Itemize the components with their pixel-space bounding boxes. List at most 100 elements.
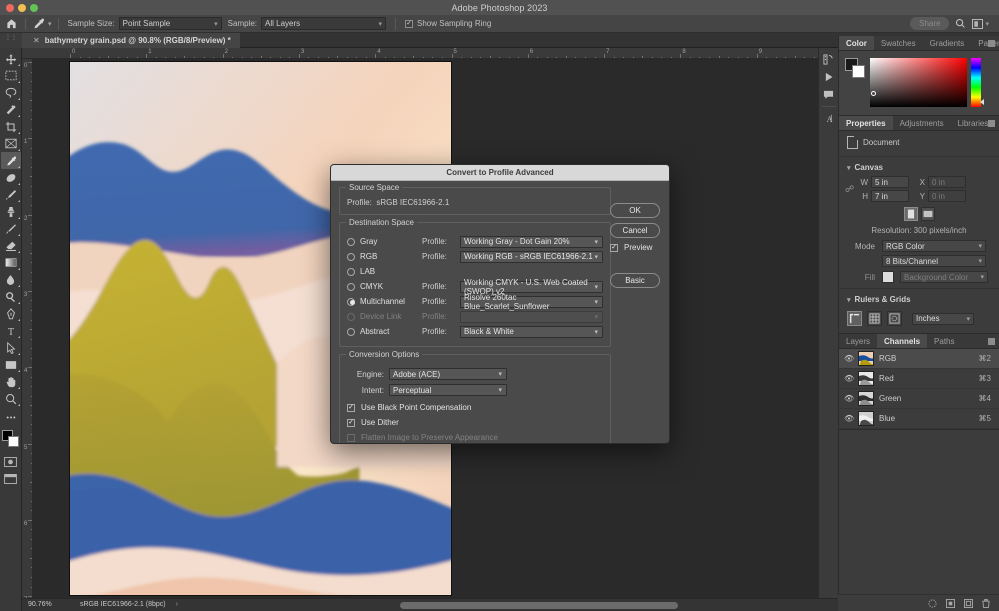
preview-checkbox[interactable]: ✓ Preview bbox=[610, 243, 660, 252]
ok-button[interactable]: OK bbox=[610, 203, 660, 218]
radio-multichannel[interactable] bbox=[347, 297, 355, 306]
color-picker-body[interactable] bbox=[839, 51, 999, 115]
destination-row-multichannel[interactable]: Multichannel Profile: Risolve 260tac Blu… bbox=[347, 293, 603, 311]
dodge-tool[interactable] bbox=[1, 288, 21, 305]
show-sampling-ring-checkbox[interactable]: ✓ Show Sampling Ring bbox=[405, 15, 491, 33]
height-input[interactable]: 7 in bbox=[871, 190, 909, 202]
status-menu-arrow[interactable]: › bbox=[176, 601, 178, 608]
comments-icon[interactable] bbox=[820, 86, 838, 104]
basic-button[interactable]: Basic bbox=[610, 273, 660, 288]
load-selection-icon[interactable] bbox=[927, 598, 937, 608]
tab-properties[interactable]: Properties bbox=[839, 116, 893, 130]
chevron-down-icon[interactable]: ▾ bbox=[847, 296, 851, 304]
search-button[interactable] bbox=[949, 15, 972, 33]
home-button[interactable] bbox=[0, 15, 17, 33]
scrollbar-thumb[interactable] bbox=[400, 602, 678, 609]
path-selection-tool[interactable] bbox=[1, 339, 21, 356]
color-field[interactable] bbox=[870, 58, 967, 107]
crop-tool[interactable] bbox=[1, 118, 21, 135]
radio-gray[interactable] bbox=[347, 237, 355, 246]
bit-depth-select[interactable]: 8 Bits/Channel ▾ bbox=[882, 255, 986, 267]
destination-row-rgb[interactable]: RGB Profile: Working RGB - sRGB IEC61966… bbox=[347, 249, 603, 264]
profile-select-gray[interactable]: Working Gray - Dot Gain 20% ▾ bbox=[460, 235, 603, 248]
vertical-ruler[interactable]: 01234567 bbox=[22, 59, 33, 598]
engine-row[interactable]: Engine: Adobe (ACE) ▾ bbox=[347, 366, 603, 382]
close-tab-button[interactable]: ✕ bbox=[33, 36, 40, 45]
profile-select-cmyk[interactable]: Working CMYK - U.S. Web Coated (SWOP) v2… bbox=[460, 278, 603, 296]
destination-row-abstract[interactable]: Abstract Profile: Black & White ▾ bbox=[347, 324, 603, 339]
hue-marker[interactable] bbox=[980, 99, 984, 105]
grid-icon[interactable] bbox=[867, 311, 882, 326]
tab-gradients[interactable]: Gradients bbox=[923, 36, 972, 50]
chevron-down-icon[interactable]: ▾ bbox=[48, 20, 52, 28]
visibility-eye-icon[interactable]: 👁 bbox=[844, 414, 854, 423]
guides-icon[interactable] bbox=[887, 311, 902, 326]
visibility-eye-icon[interactable]: 👁 bbox=[844, 374, 854, 383]
eyedropper-tool[interactable] bbox=[0, 152, 21, 169]
color-swatch-pair[interactable] bbox=[845, 58, 865, 78]
canvas-section-header[interactable]: ▾ Canvas bbox=[839, 160, 999, 175]
intent-select[interactable]: Perceptual ▾ bbox=[389, 384, 507, 396]
visibility-eye-icon[interactable]: 👁 bbox=[844, 394, 854, 403]
document-tab[interactable]: close-icon ✕ bathymetry grain.psd @ 90.8… bbox=[22, 33, 240, 48]
intent-row[interactable]: Intent: Perceptual ▾ bbox=[347, 382, 603, 398]
background-color-swatch[interactable] bbox=[852, 65, 865, 78]
x-input[interactable]: 0 in bbox=[928, 176, 966, 188]
panel-menu-icon[interactable] bbox=[988, 120, 995, 127]
tab-channels[interactable]: Channels bbox=[877, 334, 928, 348]
dock-grip[interactable]: ⋮⋮ bbox=[0, 33, 22, 48]
share-button[interactable]: Share bbox=[910, 17, 950, 30]
edit-toolbar-button[interactable] bbox=[1, 410, 21, 425]
rulers-section-header[interactable]: ▾ Rulers & Grids bbox=[839, 292, 999, 307]
history-icon[interactable] bbox=[820, 50, 838, 68]
save-selection-icon[interactable] bbox=[945, 598, 955, 608]
sample-select[interactable]: All Layers ▾ bbox=[261, 17, 387, 30]
radio-cmyk[interactable] bbox=[347, 282, 355, 291]
hue-slider[interactable] bbox=[971, 58, 984, 107]
link-dimensions-icon[interactable]: ☍ bbox=[845, 184, 854, 194]
new-channel-icon[interactable] bbox=[963, 598, 973, 608]
destination-row-gray[interactable]: Gray Profile: Working Gray - Dot Gain 20… bbox=[347, 234, 603, 249]
table-row[interactable]: 👁 Green ⌘4 bbox=[839, 389, 999, 409]
landscape-icon[interactable] bbox=[920, 207, 935, 221]
panel-menu-icon[interactable] bbox=[988, 338, 995, 345]
current-tool-button[interactable]: ▾ bbox=[29, 15, 55, 33]
use-dither-checkbox[interactable]: ✓ Use Dither bbox=[347, 415, 603, 430]
cancel-button[interactable]: Cancel bbox=[610, 223, 660, 238]
portrait-icon[interactable] bbox=[903, 207, 918, 221]
tab-color[interactable]: Color bbox=[839, 36, 874, 50]
eraser-tool[interactable] bbox=[1, 237, 21, 254]
mode-select[interactable]: RGB Color ▾ bbox=[882, 240, 986, 252]
horizontal-ruler[interactable]: 0 1 2 3 4 5 6 7 8 9 bbox=[22, 48, 838, 59]
zoom-level[interactable]: 90.76% bbox=[28, 601, 80, 608]
zoom-tool[interactable] bbox=[1, 390, 21, 407]
profile-select-multichannel[interactable]: Risolve 260tac Blue_Scarlet_Sunflower ▾ bbox=[460, 293, 603, 311]
blur-tool[interactable] bbox=[1, 271, 21, 288]
radio-abstract[interactable] bbox=[347, 327, 355, 336]
screen-mode-button[interactable] bbox=[1, 470, 21, 487]
table-row[interactable]: 👁 Blue ⌘5 bbox=[839, 409, 999, 429]
workspace-switcher[interactable]: ▾ bbox=[972, 15, 999, 33]
rectangle-tool[interactable] bbox=[1, 356, 21, 373]
profile-select-abstract[interactable]: Black & White ▾ bbox=[460, 325, 603, 338]
width-input[interactable]: 5 in bbox=[871, 176, 909, 188]
units-select[interactable]: Inches ▾ bbox=[912, 312, 974, 325]
spot-healing-tool[interactable] bbox=[1, 169, 21, 186]
marquee-tool[interactable] bbox=[1, 67, 21, 84]
frame-tool[interactable] bbox=[1, 135, 21, 152]
lasso-tool[interactable] bbox=[1, 84, 21, 101]
table-row[interactable]: 👁 RGB ⌘2 bbox=[839, 349, 999, 369]
convert-to-profile-dialog[interactable]: Convert to Profile Advanced Source Space… bbox=[330, 164, 670, 444]
radio-lab[interactable] bbox=[347, 267, 355, 276]
type-tool[interactable]: T bbox=[1, 322, 21, 339]
tab-adjustments[interactable]: Adjustments bbox=[893, 116, 951, 130]
text-tool-icon[interactable]: A bbox=[820, 109, 838, 127]
magic-wand-tool[interactable] bbox=[1, 101, 21, 118]
tab-layers[interactable]: Layers bbox=[839, 334, 877, 348]
move-tool[interactable] bbox=[1, 50, 21, 67]
black-point-compensation-checkbox[interactable]: ✓ Use Black Point Compensation bbox=[347, 400, 603, 415]
tab-swatches[interactable]: Swatches bbox=[874, 36, 923, 50]
y-input[interactable]: 0 in bbox=[928, 190, 966, 202]
sample-size-select[interactable]: Point Sample ▾ bbox=[118, 17, 222, 30]
rulers-icon[interactable] bbox=[847, 311, 862, 326]
